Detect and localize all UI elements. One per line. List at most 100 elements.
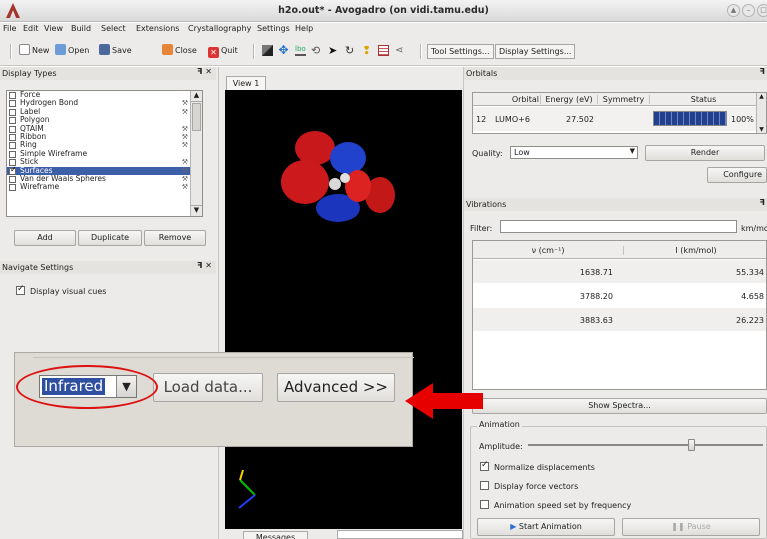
status-col-header[interactable]: Status xyxy=(649,95,757,104)
display-type-checkbox[interactable] xyxy=(9,166,17,175)
display-type-checkbox[interactable] xyxy=(9,142,16,150)
navigate-float-close-icon[interactable]: ꟻ ✕ xyxy=(197,261,212,270)
animation-speed-check[interactable] xyxy=(480,500,489,509)
remove-button[interactable]: Remove xyxy=(144,230,206,246)
configure-button[interactable]: Configure xyxy=(707,167,767,183)
close-button[interactable]: Close xyxy=(162,44,197,58)
menu-view[interactable]: View xyxy=(44,24,63,33)
display-types-list[interactable]: Force Hydrogen Bond ⚒ Label ⚒ Polygon QTAIM ⚒ Ri… xyxy=(6,90,203,217)
normalize-displacements-checkbox[interactable]: Normalize displacements xyxy=(480,460,595,472)
settings-wrench-icon[interactable]: ⚒ xyxy=(182,175,188,183)
orbitals-table[interactable]: Orbital Energy (eV) Symmetry Status 12 L… xyxy=(472,92,767,134)
quality-dropdown[interactable]: Low ▼ xyxy=(510,146,638,159)
open-button[interactable]: Open xyxy=(55,44,89,58)
auto-rotate-icon[interactable]: ↻ xyxy=(345,45,356,56)
show-spectra-button[interactable]: Show Spectra... xyxy=(472,398,767,414)
restore-icon[interactable]: – xyxy=(742,4,755,17)
orbitals-float-icon[interactable]: ꟻ xyxy=(760,67,765,76)
filter-input[interactable] xyxy=(500,220,737,233)
orbitals-header: Orbitals ꟻ xyxy=(464,67,767,80)
display-type-checkbox[interactable] xyxy=(9,184,16,192)
draw-tool-icon[interactable] xyxy=(262,45,273,56)
quit-button[interactable]: ✕ Quit xyxy=(208,44,238,58)
view-tab[interactable]: View 1 xyxy=(226,76,266,90)
normalize-check[interactable] xyxy=(480,460,489,471)
vibrations-float-icon[interactable]: ꟻ xyxy=(760,198,765,207)
orbitals-scrollbar[interactable]: ▲ ▼ xyxy=(756,93,766,133)
settings-wrench-icon[interactable]: ⚒ xyxy=(182,158,188,166)
tool-settings-button[interactable]: Tool Settings... xyxy=(427,44,494,59)
float-close-icon[interactable]: ꟻ ✕ xyxy=(197,67,212,76)
vibration-row[interactable]: 3883.63 26.223 xyxy=(473,308,766,332)
orbital-row[interactable]: 12 LUMO+6 27.502 100% xyxy=(473,107,757,131)
scroll-down-icon[interactable]: ▼ xyxy=(191,205,202,216)
orbitals-scroll-down-icon[interactable]: ▼ xyxy=(757,126,766,133)
navigate-tool-icon[interactable]: ✥ xyxy=(278,44,289,56)
display-type-checkbox[interactable] xyxy=(9,117,16,125)
orbitals-scroll-up-icon[interactable]: ▲ xyxy=(757,93,766,100)
settings-wrench-icon[interactable]: ⚒ xyxy=(182,99,188,107)
vibration-row[interactable]: 3788.20 4.658 xyxy=(473,284,766,308)
messages-tab[interactable]: Messages xyxy=(243,531,308,539)
settings-wrench-icon[interactable]: ⚒ xyxy=(182,141,188,149)
display-type-checkbox[interactable] xyxy=(9,92,16,99)
display-type-checkbox[interactable] xyxy=(9,133,16,141)
display-visual-cues-checkbox[interactable]: Display visual cues xyxy=(16,284,106,296)
bond-centric-icon[interactable]: lbo xyxy=(295,45,306,56)
display-type-checkbox[interactable] xyxy=(9,108,16,116)
settings-wrench-icon[interactable]: ⚒ xyxy=(182,167,188,175)
duplicate-button[interactable]: Duplicate xyxy=(78,230,142,246)
measure-tool-icon[interactable] xyxy=(378,45,389,56)
animation-speed-checkbox[interactable]: Animation speed set by frequency xyxy=(480,500,631,510)
settings-wrench-icon[interactable]: ⚒ xyxy=(182,125,188,133)
add-button[interactable]: Add xyxy=(14,230,76,246)
vibrations-table[interactable]: ν (cm⁻¹) I (km/mol) 1638.71 55.334 3788.20… xyxy=(472,240,767,390)
render-button[interactable]: Render xyxy=(645,145,765,161)
settings-wrench-icon[interactable]: ⚒ xyxy=(182,183,188,191)
display-types-scrollbar[interactable]: ▲ ▼ xyxy=(190,91,202,216)
save-button[interactable]: Save xyxy=(99,44,132,58)
load-data-button[interactable]: Load data... xyxy=(153,373,263,402)
symmetry-col-header[interactable]: Symmetry xyxy=(597,95,649,104)
align-tool-icon[interactable]: ⋖ xyxy=(395,45,406,56)
amplitude-slider-handle[interactable] xyxy=(687,439,695,451)
display-settings-button[interactable]: Display Settings... xyxy=(495,44,576,59)
maximize-icon[interactable]: □ xyxy=(757,4,767,17)
force-vectors-check[interactable] xyxy=(480,481,489,490)
minimize-icon[interactable]: ▲ xyxy=(727,4,740,17)
menu-help[interactable]: Help xyxy=(295,24,313,33)
visual-cues-check[interactable] xyxy=(16,284,25,295)
manipulate-tool-icon[interactable]: ⟲ xyxy=(311,45,322,56)
settings-wrench-icon[interactable]: ⚒ xyxy=(182,108,188,116)
auto-optimize-icon[interactable]: ❢ xyxy=(362,45,373,56)
new-file-icon xyxy=(19,44,30,55)
vibration-row[interactable]: 1638.71 55.334 xyxy=(473,260,766,284)
orbital-col-header[interactable]: Orbital xyxy=(493,95,539,104)
menu-select[interactable]: Select xyxy=(101,24,126,33)
scroll-thumb[interactable] xyxy=(192,103,201,131)
scroll-up-icon[interactable]: ▲ xyxy=(191,91,202,102)
select-tool-icon[interactable]: ➤ xyxy=(328,45,339,56)
menu-extensions[interactable]: Extensions xyxy=(136,24,179,33)
settings-wrench-icon[interactable]: ⚒ xyxy=(182,133,188,141)
molecule-viewport[interactable] xyxy=(225,90,462,529)
menu-build[interactable]: Build xyxy=(71,24,91,33)
display-type-checkbox[interactable] xyxy=(9,175,16,183)
new-button[interactable]: New xyxy=(19,44,49,58)
frequency-col-header[interactable]: ν (cm⁻¹) xyxy=(473,246,623,255)
start-animation-button[interactable]: ▶ Start Animation xyxy=(477,518,615,536)
pause-button[interactable]: ❚❚ Pause xyxy=(622,518,760,536)
display-type-checkbox[interactable] xyxy=(9,100,16,108)
energy-col-header[interactable]: Energy (eV) xyxy=(540,95,597,104)
advanced-button[interactable]: Advanced >> xyxy=(277,373,395,402)
menu-crystallography[interactable]: Crystallography xyxy=(188,24,251,33)
menu-edit[interactable]: Edit xyxy=(23,24,39,33)
menu-file[interactable]: File xyxy=(3,24,16,33)
amplitude-slider-track[interactable] xyxy=(528,439,763,451)
display-type-item[interactable]: Wireframe ⚒ xyxy=(7,183,202,192)
display-type-checkbox[interactable] xyxy=(9,125,16,133)
intensity-col-header[interactable]: I (km/mol) xyxy=(623,246,766,255)
menu-settings[interactable]: Settings xyxy=(257,24,290,33)
force-vectors-checkbox[interactable]: Display force vectors xyxy=(480,481,578,491)
display-type-checkbox[interactable] xyxy=(9,150,16,158)
